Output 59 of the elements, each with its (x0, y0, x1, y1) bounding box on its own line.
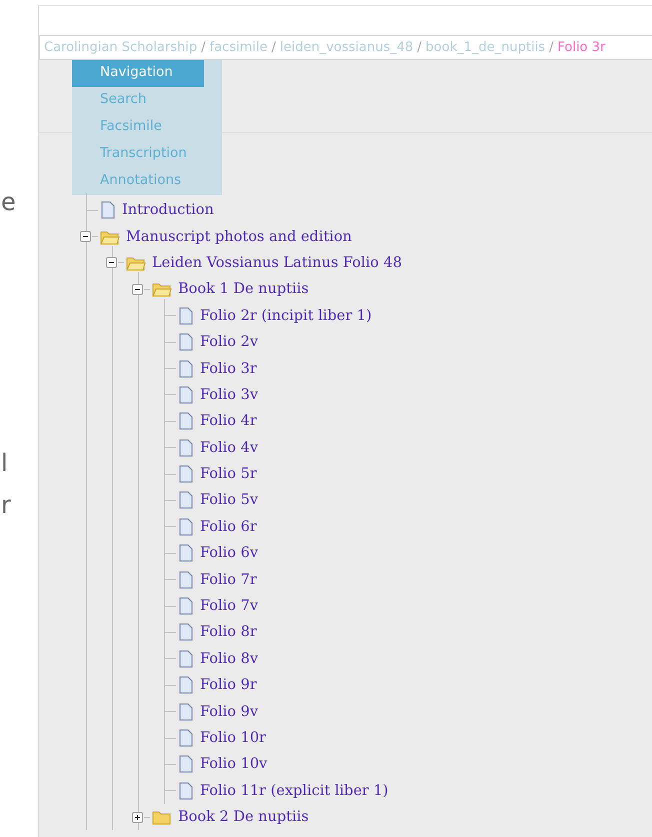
document-icon (178, 782, 194, 800)
document-icon (178, 570, 194, 589)
breadcrumb-separator: / (201, 40, 206, 55)
tree-item[interactable]: Folio 8r (200, 624, 257, 640)
tree-item[interactable]: Folio 7r (200, 572, 257, 588)
tree-item[interactable]: Folio 4r (200, 413, 257, 430)
document-icon (178, 623, 194, 642)
collapse-toggle[interactable] (132, 284, 143, 295)
document-icon (178, 333, 194, 352)
tree-item[interactable]: Folio 6v (200, 545, 258, 562)
document-icon (178, 306, 194, 325)
breadcrumb-separator: / (549, 40, 554, 55)
breadcrumb-separator: / (271, 40, 276, 55)
folder-icon (152, 809, 172, 826)
tree-item[interactable]: Folio 5r (200, 466, 257, 482)
tree-item[interactable]: Folio 9r (200, 677, 257, 694)
expand-toggle[interactable] (132, 812, 143, 823)
clipped-text: r (1, 491, 11, 519)
tree-item[interactable]: Folio 4v (200, 440, 258, 456)
collapse-toggle[interactable] (80, 231, 91, 242)
tree-item[interactable]: Folio 3v (200, 386, 258, 403)
document-icon (178, 465, 194, 484)
document-icon (178, 518, 194, 536)
tree-item[interactable]: Folio 3r (200, 360, 257, 377)
tree-item[interactable]: Folio 7v (200, 598, 258, 614)
document-icon (178, 412, 194, 430)
tree-item[interactable]: Folio 9v (200, 704, 258, 720)
tree-item[interactable]: Folio 10v (200, 756, 268, 772)
tree-item[interactable]: Folio 2v (200, 334, 258, 350)
document-icon (178, 702, 194, 721)
tree-item[interactable]: Folio 5v (200, 492, 258, 508)
document-icon (100, 201, 116, 220)
breadcrumb-separator: / (417, 40, 422, 55)
document-icon (178, 729, 194, 747)
tree-item[interactable]: Folio 8v (200, 650, 258, 667)
clipped-text: l (1, 449, 8, 477)
document-icon (178, 438, 194, 457)
tree-item[interactable]: Folio 2r (incipit liber 1) (200, 308, 372, 324)
document-icon (178, 360, 194, 378)
collapse-toggle[interactable] (106, 257, 117, 268)
document-icon (178, 755, 194, 774)
tree-item[interactable]: Folio 6r (200, 518, 257, 535)
document-icon (178, 650, 194, 668)
folder-icon (126, 254, 146, 271)
clipped-text: e (1, 188, 16, 216)
tree-item[interactable]: Book 2 De nuptiis (178, 809, 309, 826)
tree-item[interactable]: Leiden Vossianus Latinus Folio 48 (152, 254, 402, 271)
document-icon (178, 676, 194, 694)
document-icon (178, 491, 194, 510)
tree-item[interactable]: Manuscript photos and edition (126, 228, 352, 245)
document-icon (178, 597, 194, 616)
tree-item[interactable]: Introduction (122, 202, 214, 218)
tree-item[interactable]: Folio 11r (explicit liber 1) (200, 782, 388, 799)
tree-item[interactable]: Book 1 De nuptiis (178, 281, 309, 298)
tree-item[interactable]: Folio 10r (200, 730, 266, 746)
document-icon (178, 386, 194, 404)
document-icon (178, 544, 194, 562)
folder-icon (152, 281, 172, 298)
folder-icon (100, 228, 120, 245)
